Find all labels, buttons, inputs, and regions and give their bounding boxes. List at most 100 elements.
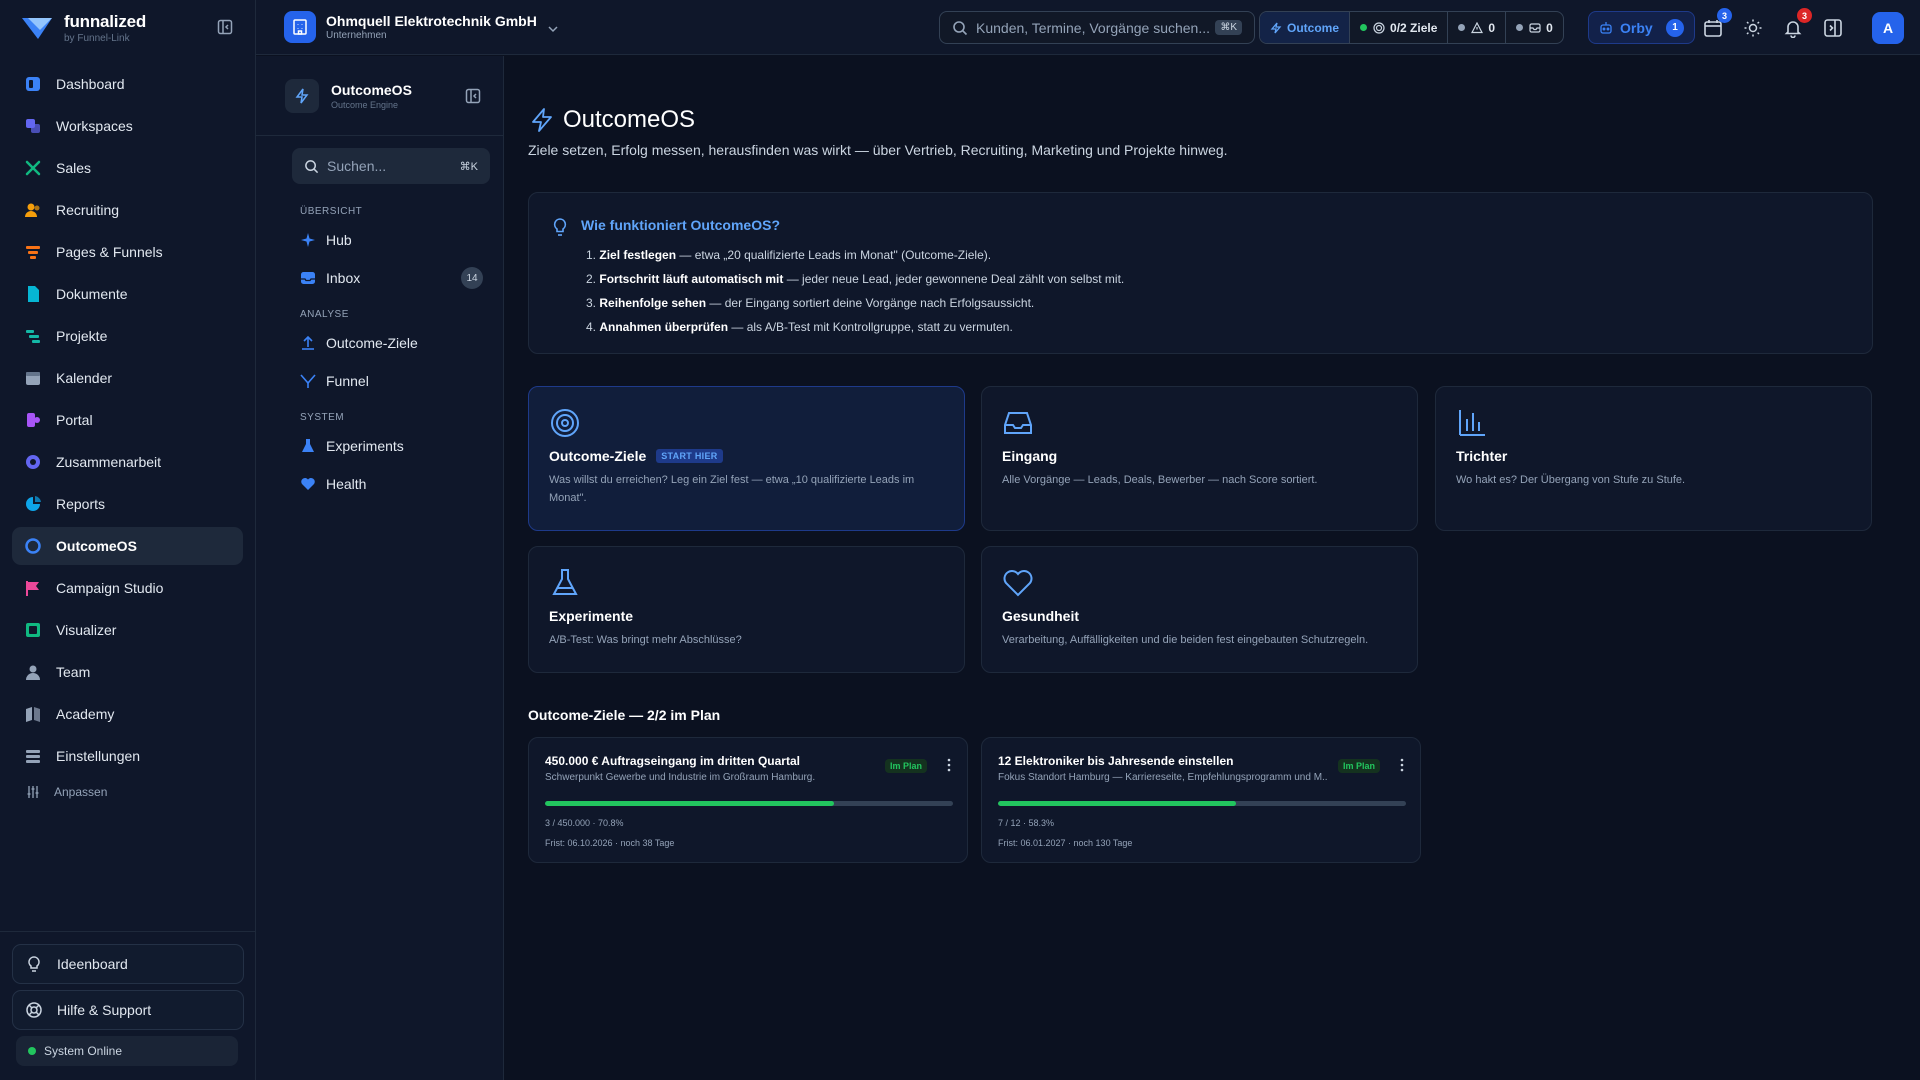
step-number: 4.: [586, 320, 597, 334]
company-switcher[interactable]: Ohmquell Elektrotechnik GmbH Unternehmen: [284, 11, 559, 43]
sidebar-item-academy[interactable]: Academy: [12, 695, 243, 733]
sidebar-item-sales[interactable]: Sales: [12, 149, 243, 187]
subnav-item-outcome-goals[interactable]: Outcome-Ziele: [292, 326, 491, 360]
brand[interactable]: funnalized by Funnel-Link: [0, 0, 255, 55]
global-search[interactable]: Kunden, Termine, Vorgänge suchen... ⌘K: [939, 11, 1255, 44]
sidebar-item-label: Reports: [56, 496, 106, 512]
subnav-item-health[interactable]: Health: [292, 467, 491, 501]
sidebar-item-reports[interactable]: Reports: [12, 485, 243, 523]
lightbulb-icon: [28, 956, 40, 972]
sidebar-item-campaign-studio[interactable]: Campaign Studio: [12, 569, 243, 607]
search-shortcut: ⌘K: [1215, 20, 1242, 35]
subnav-header: OutcomeOS Outcome Engine: [256, 56, 503, 136]
funnel-icon: [300, 374, 316, 388]
goal-progress-bar: [545, 801, 953, 806]
card-inbox[interactable]: Eingang Alle Vorgänge — Leads, Deals, Be…: [981, 386, 1418, 531]
messages-indicator[interactable]: 0: [1506, 12, 1563, 43]
sidebar-item-label: Kalender: [56, 370, 113, 386]
card-outcome-goals[interactable]: Outcome-Ziele START HIER Was willst du e…: [528, 386, 965, 531]
card-description: Was willst du erreichen? Leg ein Ziel fe…: [549, 474, 915, 504]
sidebar-item-label: Portal: [56, 412, 93, 428]
sidebar-item-outcomeos[interactable]: OutcomeOS: [12, 527, 243, 565]
workspaces-icon: [26, 119, 40, 133]
sidebar-item-dokumente[interactable]: Dokumente: [12, 275, 243, 313]
card-funnel[interactable]: Trichter Wo hakt es? Der Übergang von St…: [1435, 386, 1872, 531]
bar-chart-icon: [1459, 410, 1485, 436]
sidebar-collapse-icon[interactable]: [217, 19, 233, 35]
goal-description: Fokus Standort Hamburg — Karriereseite, …: [998, 772, 1328, 783]
goals-indicator[interactable]: 0/2 Ziele: [1350, 12, 1449, 43]
subnav-search[interactable]: Suchen... ⌘K: [292, 148, 490, 184]
subnav-item-hub[interactable]: Hub: [292, 223, 491, 257]
sidebar-item-pages-funnels[interactable]: Pages & Funnels: [12, 233, 243, 271]
subnav-subtitle: Outcome Engine: [331, 99, 399, 110]
warnings-indicator[interactable]: 0: [1448, 12, 1507, 43]
search-placeholder: Kunden, Termine, Vorgänge suchen...: [976, 19, 1211, 36]
theme-toggle-icon[interactable]: [1743, 18, 1763, 38]
sidebar-item-kalender[interactable]: Kalender: [12, 359, 243, 397]
orby-label: Orby: [1620, 19, 1653, 36]
card-description: Verarbeitung, Auffälligkeiten und die be…: [1002, 634, 1369, 646]
page-title-text: OutcomeOS: [563, 106, 696, 133]
goal-card[interactable]: 450.000 € Auftragseingang im dritten Qua…: [528, 737, 968, 863]
card-experiments[interactable]: Experimente A/B-Test: Was bringt mehr Ab…: [528, 546, 965, 673]
panel-toggle-icon[interactable]: [1823, 18, 1843, 38]
sales-icon: [25, 160, 41, 176]
subnav-outcome-goals-label: Outcome-Ziele: [326, 335, 418, 351]
orby-badge: 1: [1666, 18, 1684, 37]
pages-icon: [26, 246, 40, 259]
user-avatar[interactable]: A: [1872, 12, 1904, 44]
subnav-collapse-icon[interactable]: [465, 88, 481, 104]
academy-icon: [26, 707, 40, 722]
target-small-icon: [1373, 21, 1385, 34]
more-options-icon[interactable]: [947, 758, 951, 772]
goal-progress-fill: [998, 801, 1236, 806]
customize-sidebar-button[interactable]: Anpassen: [12, 777, 243, 807]
subnav-inbox-label: Inbox: [326, 270, 361, 286]
heart-icon: [1003, 570, 1033, 597]
section-system: SYSTEM: [300, 412, 345, 423]
start-here-badge: START HIER: [656, 449, 723, 463]
sidebar-item-label: OutcomeOS: [56, 538, 137, 554]
sidebar-item-dashboard[interactable]: Dashboard: [12, 65, 243, 103]
goals-label: 0/2 Ziele: [1390, 20, 1438, 35]
warnings-status-dot: [1458, 24, 1466, 31]
portal-icon: [27, 413, 40, 427]
step-number: 3.: [586, 296, 597, 310]
goal-progress-fill: [545, 801, 834, 806]
sidebar-item-einstellungen[interactable]: Einstellungen: [12, 737, 243, 775]
sidebar-item-label: Campaign Studio: [56, 580, 164, 596]
sidebar-item-zusammenarbeit[interactable]: Zusammenarbeit: [12, 443, 243, 481]
subnav-item-funnel[interactable]: Funnel: [292, 364, 491, 398]
visualizer-icon: [26, 623, 40, 637]
goal-card[interactable]: 12 Elektroniker bis Jahresende einstelle…: [981, 737, 1421, 863]
lightning-icon: [532, 108, 552, 132]
step-text: — der Eingang sortiert deine Vorgänge na…: [706, 296, 1035, 310]
sidebar-item-workspaces[interactable]: Workspaces: [12, 107, 243, 145]
main-nav: Dashboard Workspaces Sales Recruiting Pages …: [0, 55, 255, 807]
subnav-item-experiments[interactable]: Experiments: [292, 429, 491, 463]
sidebar-item-projekte[interactable]: Projekte: [12, 317, 243, 355]
sidebar-item-visualizer[interactable]: Visualizer: [12, 611, 243, 649]
inbox-count-badge: 14: [461, 267, 483, 289]
sidebar-item-label: Projekte: [56, 328, 108, 344]
page-title: OutcomeOS: [529, 106, 695, 134]
sidebar-item-team[interactable]: Team: [12, 653, 243, 691]
orby-assistant-button[interactable]: Orby 1: [1588, 11, 1695, 44]
more-options-icon[interactable]: [1400, 758, 1404, 772]
step-text: — jeder neue Lead, jeder gewonnene Deal …: [783, 272, 1125, 286]
robot-icon: [1600, 21, 1612, 34]
help-support-button[interactable]: Hilfe & Support: [12, 990, 244, 1030]
search-icon: [305, 159, 319, 173]
reports-icon: [26, 496, 41, 511]
subnav-item-inbox[interactable]: Inbox 14: [292, 261, 491, 295]
status-indicators: Outcome 0/2 Ziele 0 0: [1259, 11, 1564, 44]
sidebar-item-recruiting[interactable]: Recruiting: [12, 191, 243, 229]
sidebar-item-label: Academy: [56, 706, 115, 722]
brand-logo-icon: [22, 17, 52, 39]
lightbulb-icon: [553, 218, 567, 236]
outcome-button[interactable]: Outcome: [1260, 12, 1351, 43]
card-health[interactable]: Gesundheit Verarbeitung, Auffälligkeiten…: [981, 546, 1418, 673]
ideaboard-button[interactable]: Ideenboard: [12, 944, 244, 984]
sidebar-item-portal[interactable]: Portal: [12, 401, 243, 439]
